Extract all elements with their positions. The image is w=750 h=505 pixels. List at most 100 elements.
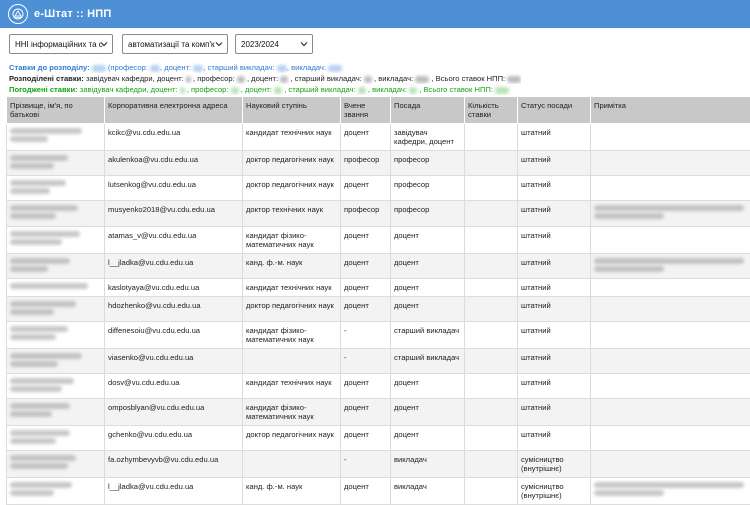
cell-degree bbox=[243, 451, 341, 478]
table-row[interactable]: hdozhenko@vu.cdu.edu.uaдоктор педагогічн… bbox=[7, 297, 750, 322]
cell-full-name bbox=[7, 426, 105, 451]
cell-full-name bbox=[7, 151, 105, 176]
cell-position-status: штатний bbox=[518, 176, 591, 201]
cell-email[interactable]: omposblyan@vu.cdu.edu.ua bbox=[105, 399, 243, 426]
cell-email[interactable]: musyenko2018@vu.cdu.edu.ua bbox=[105, 201, 243, 227]
table-row[interactable]: diffenesoiu@vu.cdu.edu.uaкандидат фізико… bbox=[7, 322, 750, 349]
institute-select[interactable]: ННІ інформаційних та с bbox=[9, 34, 113, 54]
table-body: kcikc@vu.cdu.edu.uaкандидат технічних на… bbox=[7, 124, 750, 505]
department-select[interactable]: автоматизації та комп'к bbox=[122, 34, 228, 54]
cell-rates-count bbox=[465, 254, 518, 279]
cell-academic-title: доцент bbox=[341, 227, 391, 254]
cell-rates-count bbox=[465, 227, 518, 254]
cell-rates-count bbox=[465, 201, 518, 227]
cell-position-status: штатний bbox=[518, 151, 591, 176]
header-email[interactable]: Корпоративна електронна адреса bbox=[105, 97, 243, 124]
cell-position: завідувач кафедри, доцент bbox=[391, 124, 465, 151]
table-row[interactable]: atamas_v@vu.cdu.edu.uaкандидат фізико-ма… bbox=[7, 227, 750, 254]
cell-degree: доктор педагогічних наук bbox=[243, 151, 341, 176]
cell-rates-count bbox=[465, 322, 518, 349]
cell-academic-title: професор bbox=[341, 151, 391, 176]
institute-select-value: ННІ інформаційних та с bbox=[15, 40, 103, 49]
cell-note bbox=[591, 349, 750, 374]
cell-full-name bbox=[7, 297, 105, 322]
cell-academic-title: доцент bbox=[341, 254, 391, 279]
cell-note bbox=[591, 124, 750, 151]
cell-note bbox=[591, 322, 750, 349]
table-row[interactable]: gchenko@vu.cdu.edu.uaдоктор педагогічних… bbox=[7, 426, 750, 451]
cell-email[interactable]: lutsenkog@vu.cdu.edu.ua bbox=[105, 176, 243, 201]
cell-position: доцент bbox=[391, 254, 465, 279]
cell-email[interactable]: l__jladka@vu.cdu.edu.ua bbox=[105, 478, 243, 505]
cell-position: професор bbox=[391, 151, 465, 176]
cell-position-status: штатний bbox=[518, 201, 591, 227]
cell-position-status: штатний bbox=[518, 399, 591, 426]
cell-note bbox=[591, 201, 750, 227]
cell-position: професор bbox=[391, 201, 465, 227]
cell-email[interactable]: kaslotyaya@vu.cdu.edu.ua bbox=[105, 279, 243, 297]
cell-rates-count bbox=[465, 399, 518, 426]
cell-academic-title: - bbox=[341, 451, 391, 478]
cell-email[interactable]: hdozhenko@vu.cdu.edu.ua bbox=[105, 297, 243, 322]
cell-position-status: штатний bbox=[518, 124, 591, 151]
table-row[interactable]: l__jladka@vu.cdu.edu.uaканд. ф.-м. наукд… bbox=[7, 478, 750, 505]
header-position[interactable]: Посада bbox=[391, 97, 465, 124]
staff-table: Прізвище, ім'я, по батькові Корпоративна… bbox=[6, 96, 750, 505]
table-row[interactable]: l__jladka@vu.cdu.edu.uaканд. ф.-м. наукд… bbox=[7, 254, 750, 279]
cell-degree: канд. ф.-м. наук bbox=[243, 478, 341, 505]
year-select[interactable]: 2023/2024 bbox=[235, 34, 313, 54]
header-full-name[interactable]: Прізвище, ім'я, по батькові bbox=[7, 97, 105, 124]
header-note[interactable]: Примітка bbox=[591, 97, 750, 124]
cell-full-name bbox=[7, 451, 105, 478]
cell-email[interactable]: l__jladka@vu.cdu.edu.ua bbox=[105, 254, 243, 279]
cell-full-name bbox=[7, 478, 105, 505]
cell-email[interactable]: kcikc@vu.cdu.edu.ua bbox=[105, 124, 243, 151]
cell-academic-title: професор bbox=[341, 201, 391, 227]
cell-email[interactable]: viasenko@vu.cdu.edu.ua bbox=[105, 349, 243, 374]
cell-rates-count bbox=[465, 279, 518, 297]
cell-rates-count bbox=[465, 478, 518, 505]
header-degree[interactable]: Науковий ступінь bbox=[243, 97, 341, 124]
cell-rates-count bbox=[465, 176, 518, 201]
top-bar: е-Штат :: НПП bbox=[0, 0, 750, 28]
table-row[interactable]: akulenkoa@vu.cdu.edu.uaдоктор педагогічн… bbox=[7, 151, 750, 176]
table-row[interactable]: fa.ozhymbevyvb@vu.cdu.edu.ua-викладачсум… bbox=[7, 451, 750, 478]
cell-position: викладач bbox=[391, 451, 465, 478]
cell-full-name bbox=[7, 399, 105, 426]
table-row[interactable]: lutsenkog@vu.cdu.edu.uaдоктор педагогічн… bbox=[7, 176, 750, 201]
table-row[interactable]: dosv@vu.cdu.edu.uaкандидат технічних нау… bbox=[7, 374, 750, 399]
table-row[interactable]: kcikc@vu.cdu.edu.uaкандидат технічних на… bbox=[7, 124, 750, 151]
cell-note bbox=[591, 399, 750, 426]
cell-degree bbox=[243, 349, 341, 374]
cell-position-status: штатний bbox=[518, 426, 591, 451]
cell-email[interactable]: diffenesoiu@vu.cdu.edu.ua bbox=[105, 322, 243, 349]
cell-academic-title: - bbox=[341, 322, 391, 349]
table-row[interactable]: kaslotyaya@vu.cdu.edu.uaкандидат технічн… bbox=[7, 279, 750, 297]
header-academic-title[interactable]: Вчене звання bbox=[341, 97, 391, 124]
cell-email[interactable]: atamas_v@vu.cdu.edu.ua bbox=[105, 227, 243, 254]
cell-academic-title: доцент bbox=[341, 426, 391, 451]
cell-note bbox=[591, 426, 750, 451]
table-row[interactable]: viasenko@vu.cdu.edu.ua-старший викладачш… bbox=[7, 349, 750, 374]
cell-position: доцент bbox=[391, 297, 465, 322]
cell-degree: канд. ф.-м. наук bbox=[243, 254, 341, 279]
cell-position: викладач bbox=[391, 478, 465, 505]
agreed-rates: Погоджені ставки: завідувач кафедри, доц… bbox=[9, 84, 521, 95]
cell-position-status: штатний bbox=[518, 297, 591, 322]
cell-degree: кандидат фізико-математичних наук bbox=[243, 399, 341, 426]
cell-note bbox=[591, 227, 750, 254]
cell-email[interactable]: fa.ozhymbevyvb@vu.cdu.edu.ua bbox=[105, 451, 243, 478]
cell-email[interactable]: akulenkoa@vu.cdu.edu.ua bbox=[105, 151, 243, 176]
cell-email[interactable]: gchenko@vu.cdu.edu.ua bbox=[105, 426, 243, 451]
table-row[interactable]: musyenko2018@vu.cdu.edu.uaдоктор технічн… bbox=[7, 201, 750, 227]
cell-degree: кандидат фізико-математичних наук bbox=[243, 322, 341, 349]
cell-academic-title: доцент bbox=[341, 279, 391, 297]
header-position-status[interactable]: Статус посади bbox=[518, 97, 591, 124]
cell-email[interactable]: dosv@vu.cdu.edu.ua bbox=[105, 374, 243, 399]
table-row[interactable]: omposblyan@vu.cdu.edu.uaкандидат фізико-… bbox=[7, 399, 750, 426]
table-header-row: Прізвище, ім'я, по батькові Корпоративна… bbox=[7, 97, 750, 124]
cell-rates-count bbox=[465, 426, 518, 451]
header-rates-count[interactable]: Кількість ставки bbox=[465, 97, 518, 124]
cell-rates-count bbox=[465, 297, 518, 322]
cell-full-name bbox=[7, 254, 105, 279]
